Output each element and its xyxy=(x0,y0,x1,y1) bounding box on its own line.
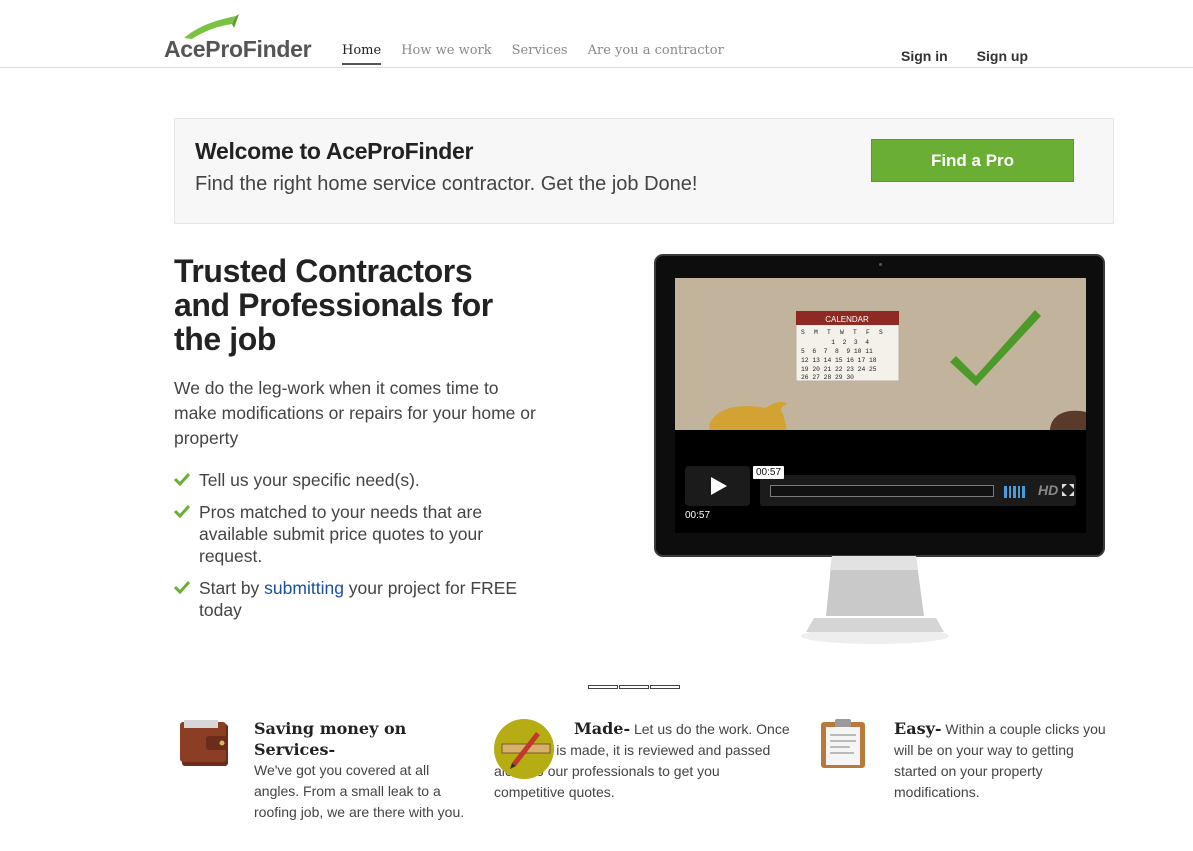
feature-made: Made- Let us do the work. Once a request… xyxy=(494,718,794,803)
banner-title: Welcome to AceProFinder xyxy=(195,138,474,164)
checkmark-icon xyxy=(174,580,190,594)
pencil-ruler-icon xyxy=(494,719,554,779)
benefits-checklist: Tell us your specific need(s). Pros matc… xyxy=(174,469,534,631)
nav-services[interactable]: Services xyxy=(512,43,568,65)
logo-text: AceProFinder xyxy=(164,36,312,62)
feature-text-block: Saving money on Services- We've got you … xyxy=(254,718,474,823)
wallet-icon xyxy=(180,720,228,766)
hero-description: We do the leg-work when it comes time to… xyxy=(174,378,536,448)
calendar-day-header: S xyxy=(879,329,883,336)
video-illustration: CALENDAR S M T W T F S 1 2 3 4 5 6 7 8 9… xyxy=(709,310,1086,430)
control-bar: HD xyxy=(760,475,1076,506)
seek-bar[interactable] xyxy=(770,485,994,497)
nav-are-you-a-contractor[interactable]: Are you a contractor xyxy=(588,43,724,65)
slider-dot[interactable] xyxy=(650,685,680,689)
submitting-link[interactable]: submitting xyxy=(264,578,344,598)
calendar-day-header: F xyxy=(866,329,870,336)
webcam-dot xyxy=(879,263,882,266)
calendar-day-header: W xyxy=(840,329,844,336)
checklist-text-prefix: Start by xyxy=(199,578,265,598)
feature-title: Made- xyxy=(574,719,631,738)
calendar-week: 1 2 3 4 xyxy=(801,339,869,346)
calendar-day-header: T xyxy=(827,329,831,336)
monitor-stand xyxy=(801,556,949,644)
feature-description: We've got you covered at all angles. Fro… xyxy=(254,762,465,820)
calendar-week: 5 6 7 8 9 10 11 xyxy=(801,348,873,355)
welcome-banner: Welcome to AceProFinder Find the right h… xyxy=(174,118,1114,224)
hero-title: Trusted Contractors and Professionals fo… xyxy=(174,253,493,357)
video-frame: CALENDAR S M T W T F S 1 2 3 4 5 6 7 8 9… xyxy=(675,278,1086,430)
sign-in-link[interactable]: Sign in xyxy=(901,48,948,64)
calendar-week: 12 13 14 15 16 17 18 xyxy=(801,357,877,364)
calendar-day-header: S xyxy=(801,329,805,336)
current-time: 00:57 xyxy=(685,510,711,521)
slider-pagination xyxy=(588,685,681,689)
banner-subtitle: Find the right home service contractor. … xyxy=(195,173,698,195)
checklist-item: Pros matched to your needs that are avai… xyxy=(174,501,534,567)
calendar-day-header: T xyxy=(853,329,857,336)
checklist-text: Pros matched to your needs that are avai… xyxy=(199,502,484,566)
slider-dot[interactable] xyxy=(588,685,618,689)
play-icon xyxy=(711,477,727,495)
sign-up-link[interactable]: Sign up xyxy=(977,48,1028,64)
checkmark-icon xyxy=(174,472,190,486)
time-tooltip: 00:57 xyxy=(753,466,785,479)
video-player[interactable]: CALENDAR S M T W T F S 1 2 3 4 5 6 7 8 9… xyxy=(675,278,1086,533)
volume-control[interactable] xyxy=(1004,485,1030,498)
auth-links: Sign in Sign up xyxy=(901,48,1057,64)
main-nav: Home How we work Services Are you a cont… xyxy=(342,43,744,65)
feature-title: Saving money on Services- xyxy=(254,719,407,759)
top-navigation-bar: AceProFinder Home How we work Services A… xyxy=(0,0,1193,68)
calendar-week: 19 20 21 22 23 24 25 xyxy=(801,366,877,373)
site-logo[interactable]: AceProFinder xyxy=(164,14,314,64)
checklist-item: Tell us your specific need(s). xyxy=(174,469,534,491)
feature-title: Easy- xyxy=(894,719,942,738)
video-controls: 00:57 HD 00:57 xyxy=(685,466,1076,521)
calendar-week: 26 27 28 29 30 xyxy=(801,374,854,381)
hd-toggle[interactable]: HD xyxy=(1038,482,1058,498)
checkmark-icon xyxy=(174,504,190,518)
play-button[interactable] xyxy=(685,466,750,506)
checklist-text: Tell us your specific need(s). xyxy=(199,470,420,490)
feature-text-block: Easy- Within a couple clicks you will be… xyxy=(894,718,1114,803)
nav-home[interactable]: Home xyxy=(342,43,382,65)
calendar-title: CALENDAR xyxy=(825,315,869,324)
checklist-item: Start by submitting your project for FRE… xyxy=(174,577,534,621)
slider-dot[interactable] xyxy=(619,685,649,689)
monitor-frame: CALENDAR S M T W T F S 1 2 3 4 5 6 7 8 9… xyxy=(654,254,1105,557)
nav-how-we-work[interactable]: How we work xyxy=(401,43,491,65)
fullscreen-icon[interactable] xyxy=(1062,484,1074,496)
find-a-pro-button[interactable]: Find a Pro xyxy=(871,139,1074,182)
clipboard-icon xyxy=(821,719,865,768)
calendar-day-header: M xyxy=(814,329,818,336)
